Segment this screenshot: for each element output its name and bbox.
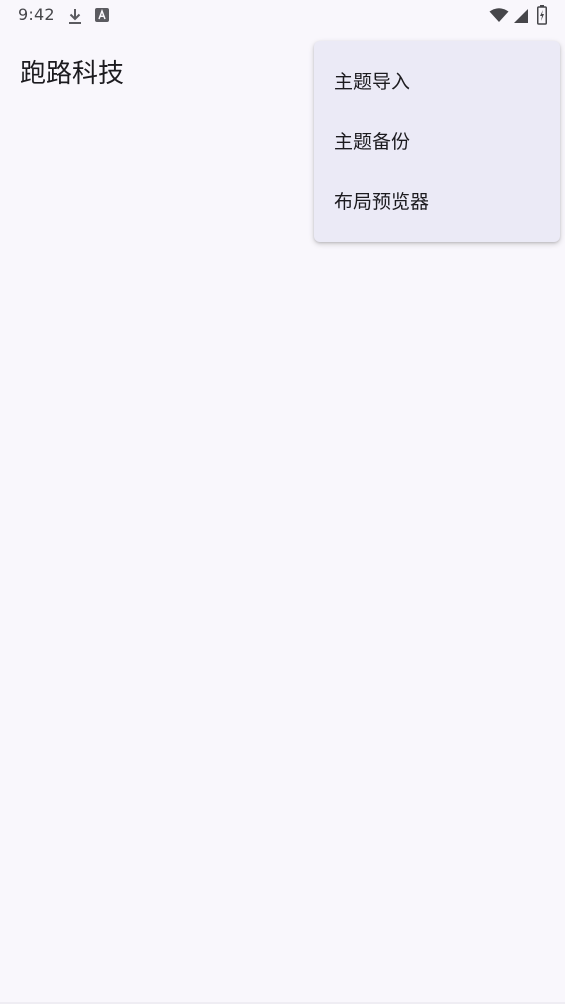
a-badge-icon: [95, 7, 109, 27]
menu-item-label: 主题备份: [334, 130, 411, 153]
status-time: 9:42: [18, 5, 55, 24]
menu-item-theme-import[interactable]: 主题导入: [314, 50, 560, 110]
menu-item-label: 布局预览器: [334, 190, 430, 213]
menu-item-theme-backup[interactable]: 主题备份: [314, 110, 560, 170]
status-bar: 9:42: [0, 0, 565, 32]
download-icon: [67, 7, 83, 29]
menu-item-layout-previewer[interactable]: 布局预览器: [314, 170, 560, 230]
overflow-menu: 主题导入 主题备份 布局预览器: [314, 41, 560, 242]
wifi-icon: [489, 8, 509, 27]
battery-charging-icon: [537, 5, 547, 29]
app-title: 跑路科技: [20, 59, 125, 89]
cell-signal-icon: [513, 8, 529, 28]
menu-item-label: 主题导入: [334, 70, 411, 93]
